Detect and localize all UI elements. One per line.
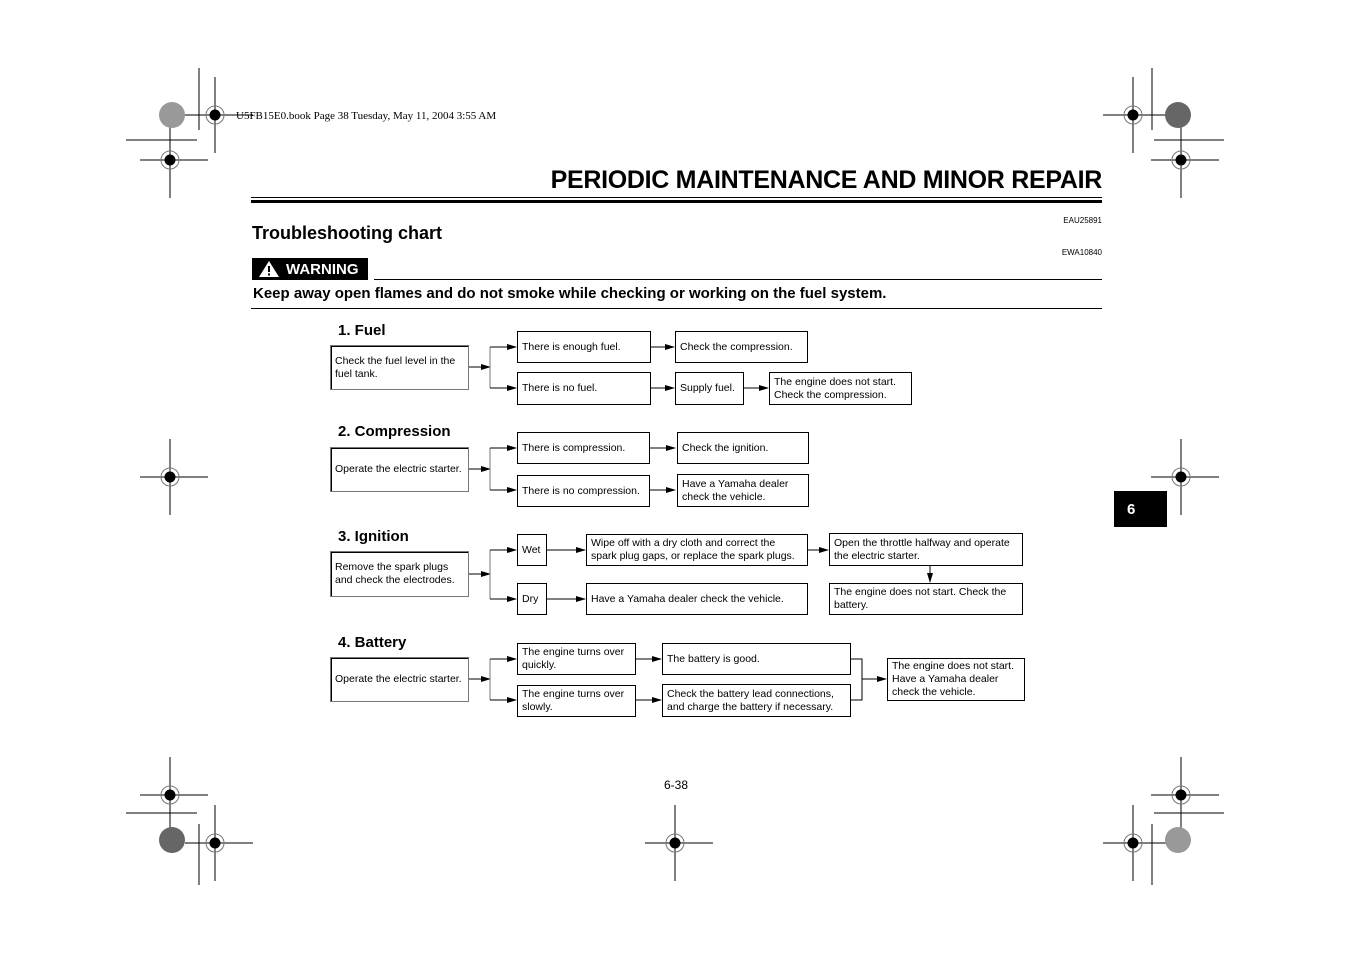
wipe-off-box: Wipe off with a dry cloth and correct th… <box>586 534 808 566</box>
flowchart-connectors <box>126 68 1224 885</box>
fuel-check-compression-box: Check the compression. <box>675 331 808 363</box>
ignition-dealer-box: Have a Yamaha dealer check the vehicle. <box>586 583 808 615</box>
fuel-enough-box: There is enough fuel. <box>517 331 651 363</box>
ignition-start-box: Remove the spark plugs and check the ele… <box>330 551 469 597</box>
page-number: 6-38 <box>664 778 689 792</box>
warning-rule <box>374 279 1102 280</box>
registration-mark-icon <box>1103 77 1171 153</box>
fuel-none-box: There is no fuel. <box>517 372 651 405</box>
step-title-compression: 2. Compression <box>338 423 451 440</box>
fuel-start-box: Check the fuel level in the fuel tank. <box>330 345 469 390</box>
battery-dealer-box: The engine does not start. Have a Yamaha… <box>887 658 1025 701</box>
dry-box: Dry <box>517 583 547 615</box>
warning-code: EWA10840 <box>1061 248 1102 257</box>
registration-mark-icon <box>140 122 208 198</box>
color-target-icon <box>1165 827 1191 853</box>
warning-text: Keep away open flames and do not smoke w… <box>253 285 887 302</box>
battery-good-box: The battery is good. <box>662 643 851 675</box>
turns-quickly-box: The engine turns over quickly. <box>517 643 636 675</box>
open-throttle-box: Open the throttle halfway and operate th… <box>829 533 1023 566</box>
registration-mark-icon <box>140 757 208 833</box>
registration-mark-icon <box>1103 805 1171 881</box>
title-rule-thin <box>251 197 1102 198</box>
registration-mark-icon <box>645 805 713 881</box>
compression-no-box: There is no compression. <box>517 475 650 507</box>
step-title-ignition: 3. Ignition <box>338 528 409 545</box>
color-target-icon <box>159 102 185 128</box>
step-title-fuel: 1. Fuel <box>338 322 386 339</box>
warning-badge: WARNING <box>252 258 368 280</box>
fuel-no-start-box: The engine does not start. Check the com… <box>769 372 912 405</box>
chapter-tab: 6 <box>1114 491 1167 527</box>
title-rule-thick <box>251 200 1102 203</box>
check-battery-box: The engine does not start. Check the bat… <box>829 583 1023 615</box>
compression-dealer-box: Have a Yamaha dealer check the vehicle. <box>677 474 809 507</box>
chapter-title: PERIODIC MAINTENANCE AND MINOR REPAIR <box>550 166 1103 194</box>
registration-mark-icon <box>1151 122 1219 198</box>
compression-yes-box: There is compression. <box>517 432 650 464</box>
warning-bottom-rule <box>251 308 1102 309</box>
color-target-icon <box>159 827 185 853</box>
section-title: Troubleshooting chart <box>252 223 443 243</box>
check-leads-box: Check the battery lead connections, and … <box>662 684 851 717</box>
battery-start-box: Operate the electric starter. <box>330 657 469 702</box>
step-title-battery: 4. Battery <box>338 634 407 651</box>
check-ignition-box: Check the ignition. <box>677 432 809 464</box>
warning-label: WARNING <box>286 260 359 278</box>
turns-slowly-box: The engine turns over slowly. <box>517 685 636 717</box>
file-meta: U5FB15E0.book Page 38 Tuesday, May 11, 2… <box>236 110 497 122</box>
compression-start-box: Operate the electric starter. <box>330 447 469 492</box>
registration-mark-icon <box>140 439 208 515</box>
registration-mark-icon <box>185 805 253 881</box>
supply-fuel-box: Supply fuel. <box>675 372 744 405</box>
registration-mark-icon <box>1151 757 1219 833</box>
warning-triangle-icon <box>259 261 279 277</box>
section-code: EAU25891 <box>1063 216 1102 225</box>
color-target-icon <box>1165 102 1191 128</box>
wet-box: Wet <box>517 534 547 566</box>
